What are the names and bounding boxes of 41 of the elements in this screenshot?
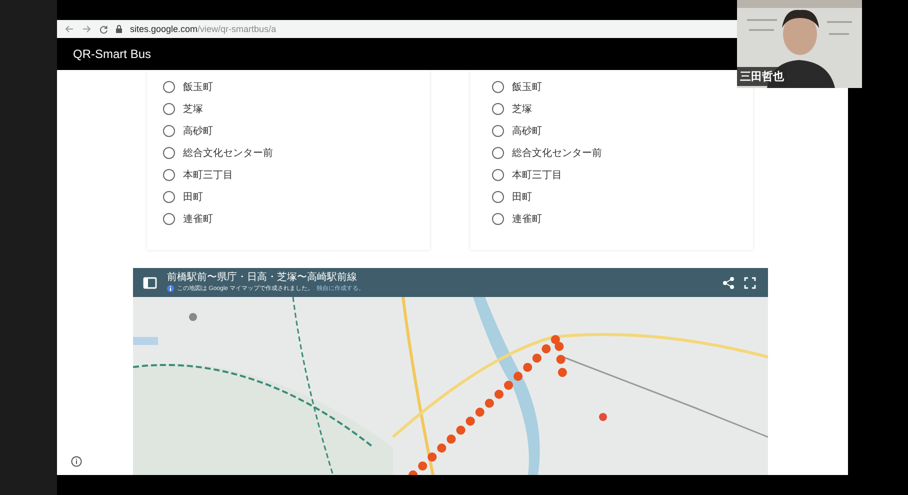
site-title[interactable]: QR-Smart Bus (73, 47, 152, 61)
radio-button[interactable] (163, 125, 175, 137)
radio-button[interactable] (163, 103, 175, 115)
radio-button[interactable] (492, 125, 504, 137)
radio-button[interactable] (163, 191, 175, 203)
radio-button[interactable] (163, 81, 175, 93)
radio-button[interactable] (492, 103, 504, 115)
map-title: 前橋駅前〜県庁・日高・芝塚〜高崎駅前線 (167, 272, 358, 284)
option-label[interactable]: 飯玉町 (512, 80, 542, 94)
info-icon (167, 285, 174, 292)
option-label[interactable]: 連雀町 (183, 212, 213, 226)
option-label[interactable]: 田町 (512, 190, 532, 204)
option-label[interactable]: 芝塚 (512, 102, 532, 116)
option-label[interactable]: 本町三丁目 (512, 168, 562, 182)
reload-icon[interactable] (99, 24, 108, 34)
forward-icon[interactable] (82, 25, 91, 33)
radio-button[interactable] (163, 169, 175, 181)
option-label[interactable]: 本町三丁目 (183, 168, 233, 182)
option-label[interactable]: 総合文化センター前 (512, 146, 602, 160)
lock-icon (116, 25, 122, 33)
option-label[interactable]: 飯玉町 (183, 80, 213, 94)
option-label[interactable]: 田町 (183, 190, 203, 204)
radio-button[interactable] (492, 81, 504, 93)
radio-button[interactable] (492, 213, 504, 225)
radio-button[interactable] (492, 191, 504, 203)
option-label[interactable]: 総合文化センター前 (183, 146, 273, 160)
option-label[interactable]: 高砂町 (512, 124, 542, 138)
sidebar-toggle-icon[interactable] (143, 276, 157, 288)
radio-button[interactable] (492, 169, 504, 181)
option-label[interactable]: 連雀町 (512, 212, 542, 226)
share-icon[interactable] (723, 276, 734, 288)
fullscreen-icon[interactable] (744, 276, 756, 288)
radio-button[interactable] (163, 213, 175, 225)
radio-button[interactable] (492, 147, 504, 159)
radio-button[interactable] (163, 147, 175, 159)
info-icon[interactable] (71, 456, 82, 467)
participant-name: 三田哲也 (737, 67, 787, 86)
back-icon[interactable] (65, 25, 74, 33)
url-field[interactable]: sites.google.com/view/qr-smartbus/a (130, 24, 276, 34)
option-label[interactable]: 高砂町 (183, 124, 213, 138)
option-label[interactable]: 芝塚 (183, 102, 203, 116)
